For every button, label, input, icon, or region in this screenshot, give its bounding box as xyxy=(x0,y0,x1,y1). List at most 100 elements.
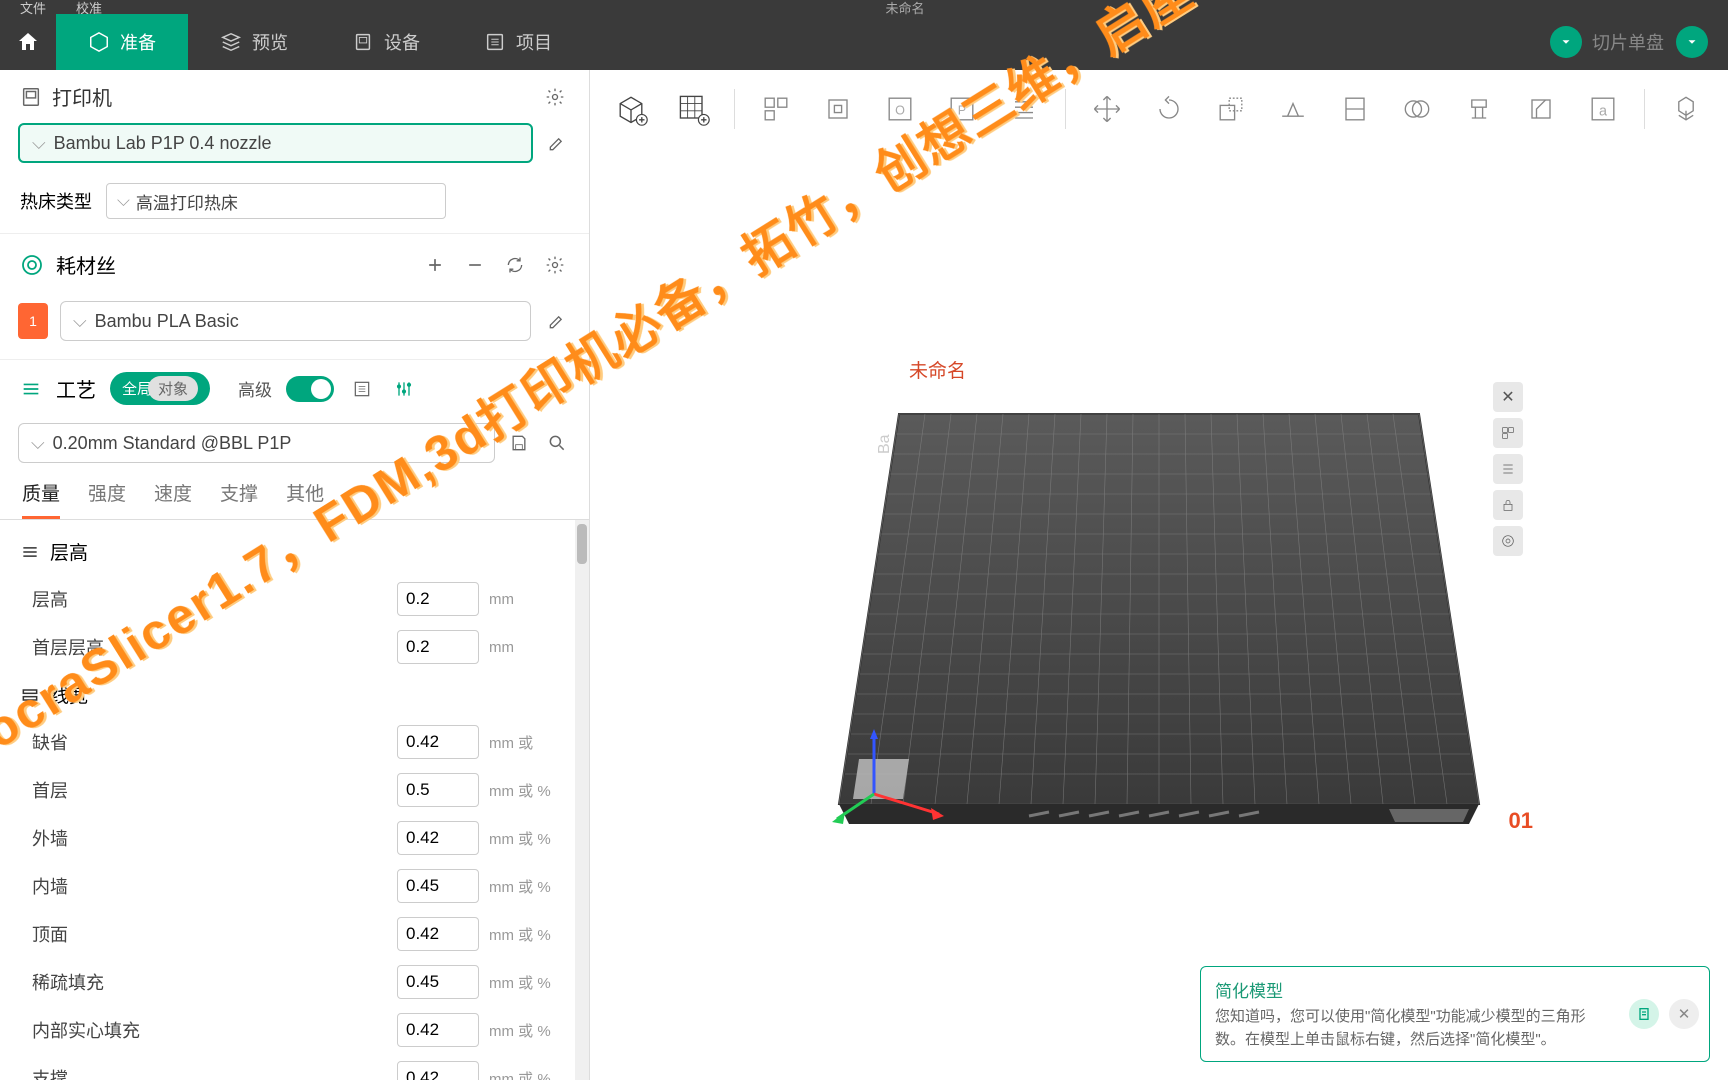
filament-select[interactable]: ⌵ Bambu PLA Basic xyxy=(60,301,531,341)
filament-sync-button[interactable] xyxy=(501,251,529,279)
plate-edit-button[interactable] xyxy=(1493,526,1523,556)
document-icon xyxy=(1636,1006,1652,1022)
process-preset-select[interactable]: ⌵ 0.20mm Standard @BBL P1P xyxy=(18,423,495,463)
default-lw-input[interactable] xyxy=(397,725,479,759)
tab-device[interactable]: 设备 xyxy=(320,14,452,70)
orient-button[interactable] xyxy=(811,82,865,136)
tab-preview[interactable]: 预览 xyxy=(188,14,320,70)
viewport[interactable]: O P a 未命名 xyxy=(590,70,1728,1080)
home-button[interactable] xyxy=(0,14,56,70)
tab-support[interactable]: 支撑 xyxy=(220,479,258,519)
split-parts-button[interactable]: P xyxy=(935,82,989,136)
solid-infill-lw-input[interactable] xyxy=(397,1013,479,1047)
print-dropdown-button[interactable] xyxy=(1676,26,1708,58)
split-objects-button[interactable]: O xyxy=(873,82,927,136)
seam-paint-button[interactable] xyxy=(1514,82,1568,136)
add-plate-button[interactable] xyxy=(666,82,720,136)
pencil-icon xyxy=(547,311,567,331)
printer-edit-button[interactable] xyxy=(543,129,571,157)
chevron-down-icon: ⌵ xyxy=(73,311,87,332)
settings-icon-button[interactable] xyxy=(390,375,418,403)
parameter-list[interactable]: 层高 层高mm 首层层高mm 线宽 缺省mm 或 首层mm 或 % 外墙mm 或… xyxy=(0,520,589,1080)
plate-name-label: 未命名 xyxy=(909,356,966,383)
tip-close-button[interactable]: ✕ xyxy=(1669,999,1699,1029)
process-section-label: 工艺 xyxy=(56,374,96,403)
filament-edit-button[interactable] xyxy=(543,307,571,335)
bed-type-select[interactable]: ⌵ 高温打印热床 xyxy=(106,183,446,219)
tab-strength[interactable]: 强度 xyxy=(88,479,126,519)
support-lw-input[interactable] xyxy=(397,1061,479,1080)
cut-button[interactable] xyxy=(1328,82,1382,136)
move-button[interactable] xyxy=(1080,82,1134,136)
slice-button[interactable]: 切片单盘 xyxy=(1592,29,1664,55)
filament-settings-button[interactable] xyxy=(541,251,569,279)
filament-remove-button[interactable] xyxy=(461,251,489,279)
plate-settings-button[interactable] xyxy=(1493,454,1523,484)
3d-canvas[interactable]: 未命名 Ba xyxy=(590,148,1728,1080)
top-lw-input[interactable] xyxy=(397,917,479,951)
tab-prepare[interactable]: 准备 xyxy=(56,14,188,70)
tab-prepare-label: 准备 xyxy=(120,29,156,55)
layer-height-input[interactable] xyxy=(397,582,479,616)
plate-arrange-button[interactable] xyxy=(1493,418,1523,448)
stack-icon xyxy=(20,378,42,400)
scope-toggle[interactable]: 全局 对象 xyxy=(110,372,210,405)
tab-speed[interactable]: 速度 xyxy=(154,479,192,519)
plate-lock-button[interactable] xyxy=(1493,490,1523,520)
plate-close-button[interactable]: ✕ xyxy=(1493,382,1523,412)
svg-text:O: O xyxy=(895,103,905,117)
printer-icon xyxy=(20,86,42,108)
add-cube-button[interactable] xyxy=(604,82,658,136)
filament-color-swatch[interactable]: 1 xyxy=(18,303,48,339)
first-layer-lw-input[interactable] xyxy=(397,773,479,807)
top-navigation: 准备 预览 设备 项目 切片单盘 xyxy=(0,14,1728,70)
tab-project[interactable]: 项目 xyxy=(452,14,584,70)
chevron-down-icon xyxy=(1559,35,1573,49)
first-layer-height-input[interactable] xyxy=(397,630,479,664)
printer-select[interactable]: ⌵ Bambu Lab P1P 0.4 nozzle xyxy=(18,123,533,163)
layers-icon xyxy=(220,31,242,53)
compare-button[interactable] xyxy=(348,375,376,403)
advanced-toggle[interactable] xyxy=(286,376,334,402)
build-plate: Ba xyxy=(829,364,1489,864)
tab-other[interactable]: 其他 xyxy=(286,479,324,519)
assembly-button[interactable] xyxy=(1659,82,1713,136)
spool-icon xyxy=(20,253,44,277)
place-on-face-button[interactable] xyxy=(1266,82,1320,136)
device-icon xyxy=(352,31,374,53)
process-preset-value: 0.20mm Standard @BBL P1P xyxy=(53,433,292,454)
rotate-button[interactable] xyxy=(1142,82,1196,136)
chevron-down-icon: ⌵ xyxy=(32,133,46,154)
mesh-boolean-button[interactable] xyxy=(1390,82,1444,136)
tip-title: 简化模型 xyxy=(1215,977,1695,1002)
save-icon xyxy=(509,433,529,453)
tip-accept-button[interactable] xyxy=(1629,999,1659,1029)
svg-text:P: P xyxy=(958,103,966,117)
inner-wall-lw-input[interactable] xyxy=(397,869,479,903)
move-icon xyxy=(1089,91,1125,127)
param-first-layer-height: 首层层高mm xyxy=(20,623,563,671)
chevron-down-icon: ⌵ xyxy=(31,433,45,454)
scrollbar[interactable] xyxy=(575,520,589,1080)
printer-section-label: 打印机 xyxy=(52,82,112,111)
line-width-icon xyxy=(20,685,40,705)
arrange-icon xyxy=(758,91,794,127)
tab-project-label: 项目 xyxy=(516,29,552,55)
filament-add-button[interactable] xyxy=(421,251,449,279)
slice-dropdown-button[interactable] xyxy=(1550,26,1582,58)
outer-wall-lw-input[interactable] xyxy=(397,821,479,855)
support-paint-button[interactable] xyxy=(1452,82,1506,136)
tab-quality[interactable]: 质量 xyxy=(22,479,60,519)
settings-sidebar: 打印机 ⌵ Bambu Lab P1P 0.4 nozzle 热床类型 ⌵ 高温… xyxy=(0,70,590,1080)
scale-button[interactable] xyxy=(1204,82,1258,136)
preset-save-button[interactable] xyxy=(505,429,533,457)
text-tool-button[interactable]: a xyxy=(1576,82,1630,136)
param-sparse-infill-lw: 稀疏填充mm 或 % xyxy=(20,958,563,1006)
bed-type-value: 高温打印热床 xyxy=(136,189,238,214)
preset-search-button[interactable] xyxy=(543,429,571,457)
variable-layer-button[interactable] xyxy=(997,82,1051,136)
printer-settings-button[interactable] xyxy=(541,83,569,111)
arrange-button[interactable] xyxy=(749,82,803,136)
process-section-header: 工艺 全局 对象 高级 xyxy=(0,360,589,417)
sparse-infill-lw-input[interactable] xyxy=(397,965,479,999)
